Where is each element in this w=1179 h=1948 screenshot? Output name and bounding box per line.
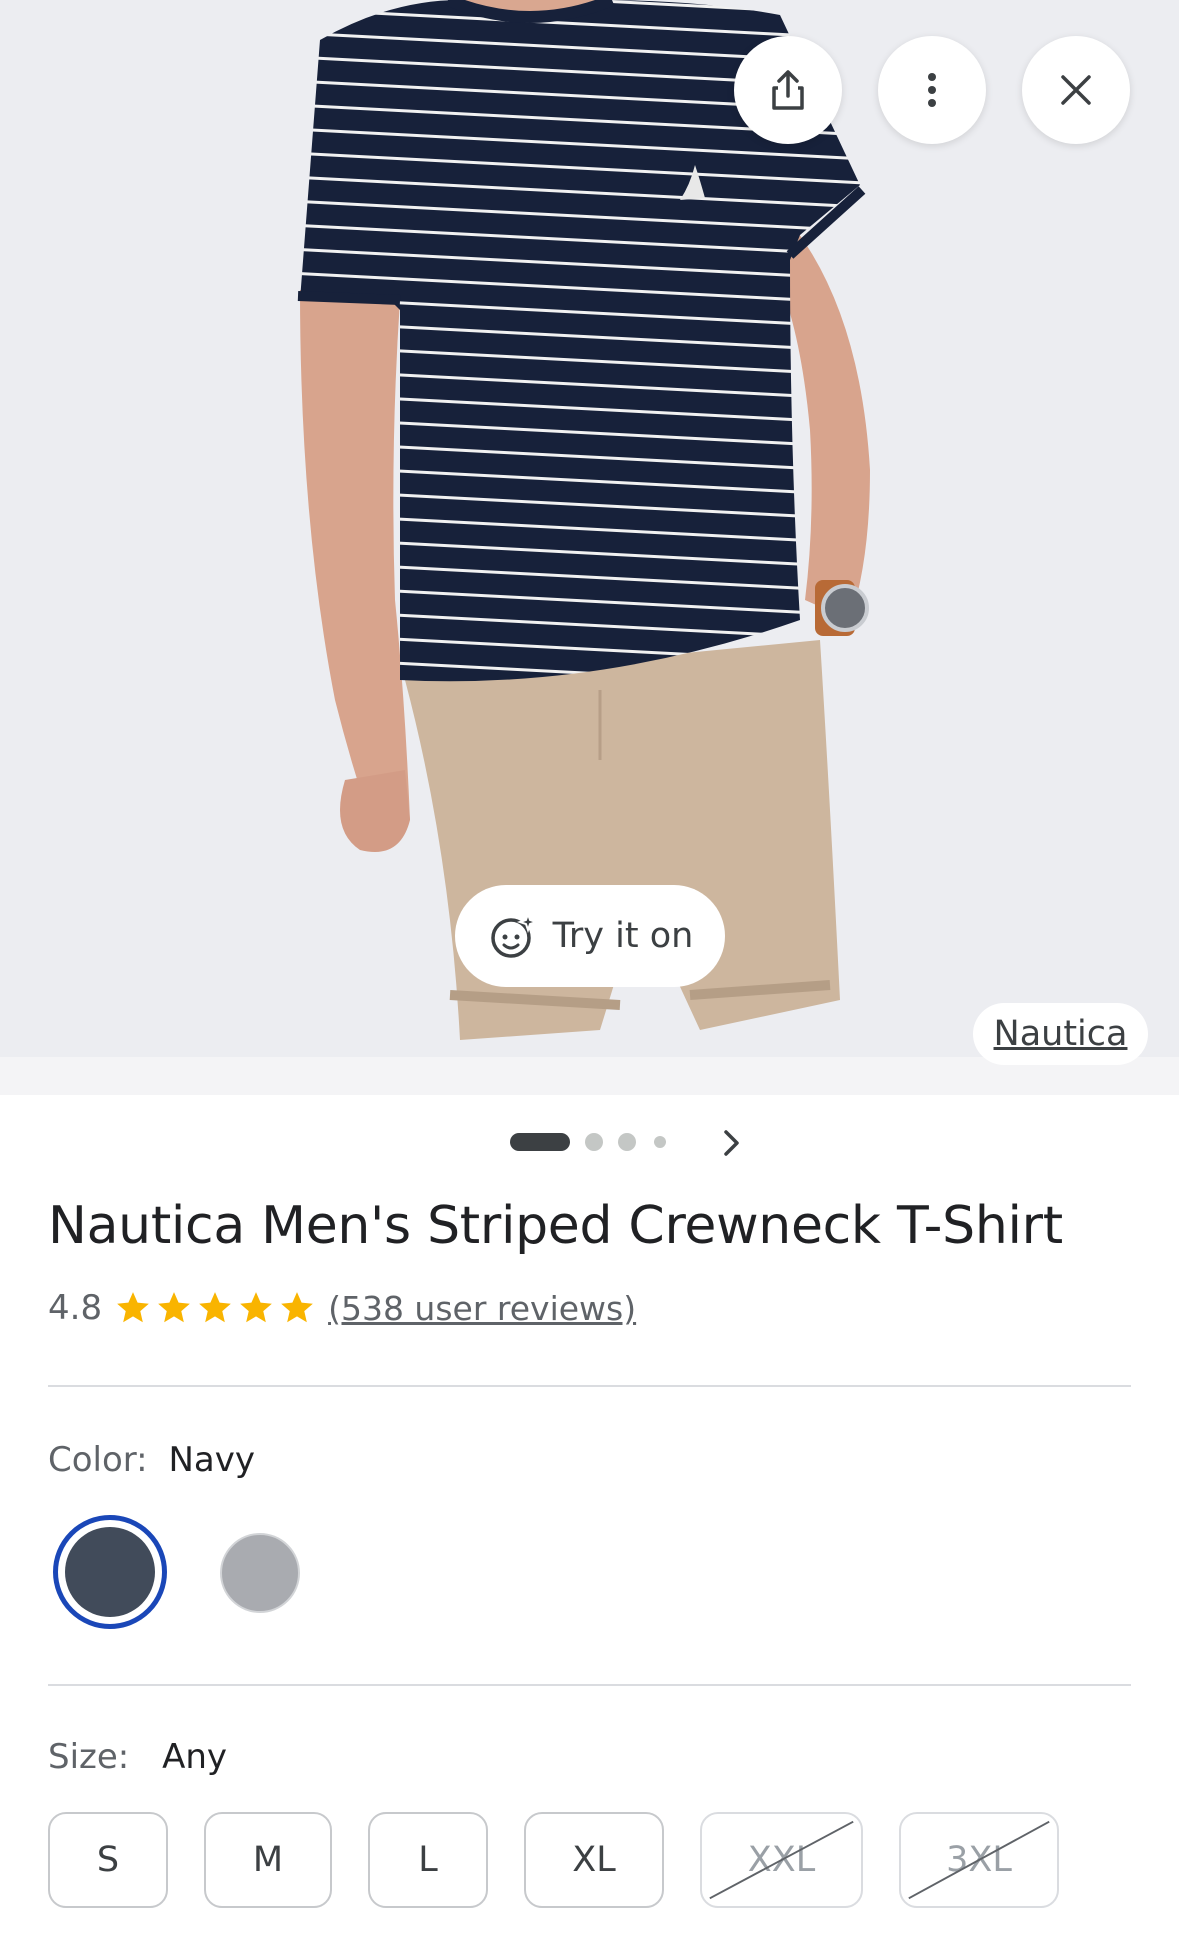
divider [48, 1684, 1131, 1686]
more-options-button[interactable] [878, 36, 986, 144]
color-label-row: Color: Navy [48, 1440, 255, 1480]
user-reviews-link[interactable]: (538 user reviews) [328, 1289, 636, 1328]
chevron-right-icon[interactable] [714, 1126, 748, 1160]
size-option-xxl-unavailable[interactable]: XXL [700, 1812, 863, 1908]
color-label: Color: [48, 1440, 148, 1480]
brand-link[interactable]: Nautica [973, 1003, 1148, 1065]
pager-dot[interactable] [585, 1133, 603, 1151]
size-option-label: M [252, 1840, 284, 1880]
size-option-m[interactable]: M [204, 1812, 332, 1908]
share-button[interactable] [734, 36, 842, 144]
star-icon [240, 1292, 272, 1323]
star-icon [117, 1292, 149, 1323]
size-option-label: L [418, 1840, 438, 1880]
size-option-label: S [96, 1840, 120, 1880]
size-option-xl[interactable]: XL [524, 1812, 664, 1908]
more-vert-icon [928, 73, 936, 107]
size-value: Any [162, 1737, 227, 1777]
size-option-label: XL [572, 1840, 616, 1880]
pager-dot-active[interactable] [510, 1133, 570, 1151]
size-option-s[interactable]: S [48, 1812, 168, 1908]
pager-dot[interactable] [654, 1136, 666, 1148]
close-button[interactable] [1022, 36, 1130, 144]
unavailable-slash [709, 1820, 854, 1900]
star-icon [158, 1292, 190, 1323]
star-icon [281, 1292, 313, 1323]
try-it-on-label: Try it on [552, 916, 694, 956]
star-icon [199, 1292, 231, 1323]
star-rating [114, 1289, 316, 1327]
color-swatch-gray[interactable] [220, 1533, 300, 1613]
swatch-fill [65, 1527, 155, 1617]
size-label-row: Size: Any [48, 1737, 227, 1777]
color-swatch-navy[interactable] [53, 1515, 167, 1629]
divider [48, 1385, 1131, 1387]
rating-row: 4.8 (538 user reviews) [48, 1283, 636, 1333]
product-title: Nautica Men's Striped Crewneck T-Shirt [48, 1196, 1063, 1256]
size-option-l[interactable]: L [368, 1812, 488, 1908]
size-label: Size: [48, 1737, 130, 1777]
face-sparkle-icon [490, 910, 539, 958]
try-it-on-button[interactable]: Try it on [455, 885, 725, 987]
pager-dot[interactable] [618, 1133, 636, 1151]
close-icon [1061, 75, 1091, 105]
share-icon [772, 70, 804, 110]
unavailable-slash [908, 1820, 1050, 1900]
color-value: Navy [168, 1440, 255, 1480]
rating-value: 4.8 [48, 1288, 103, 1328]
size-option-3xl-unavailable[interactable]: 3XL [899, 1812, 1059, 1908]
